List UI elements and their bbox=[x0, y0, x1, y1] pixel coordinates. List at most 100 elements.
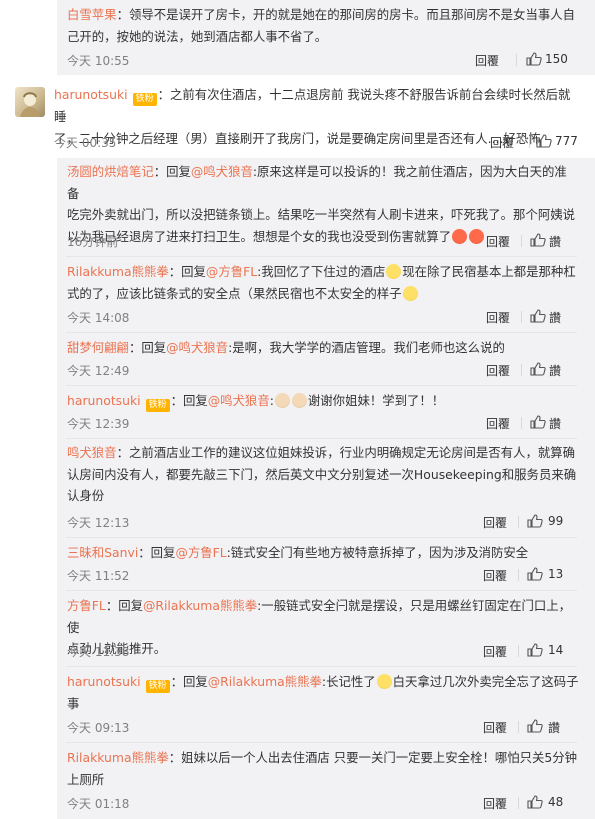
reply-item: 三昧和Sanvi：回复@方鲁FL:链式安全门有些地方被特意拆掉了，因为涉及消防安… bbox=[67, 545, 529, 560]
reply-username[interactable]: 方鲁FL bbox=[67, 598, 106, 613]
reply-username[interactable]: harunotsuki bbox=[67, 393, 141, 408]
action-divider bbox=[521, 417, 522, 429]
reply-item: harunotsuki 铁粉 ：回复@Rilakkuma熊熊拳:长记性了 白天拿过几… bbox=[67, 674, 579, 711]
reply-divider bbox=[66, 385, 577, 386]
like-label: 讚 bbox=[548, 721, 561, 735]
like-count: 777 bbox=[555, 134, 578, 148]
cry-emoji-icon bbox=[376, 674, 392, 689]
like-label: 讚 bbox=[549, 364, 562, 378]
reply-time: 今天 01:18 bbox=[67, 797, 130, 811]
reply-username[interactable]: 汤圆的烘焙笔记 bbox=[67, 164, 154, 179]
laugh-emoji-icon bbox=[402, 285, 418, 301]
fan-badge: 铁粉 bbox=[132, 93, 157, 106]
like-count: 99 bbox=[548, 514, 564, 528]
reply-button[interactable]: 回覆 bbox=[483, 567, 507, 584]
reply-button[interactable]: 回覆 bbox=[483, 514, 507, 531]
action-divider bbox=[521, 235, 522, 247]
reply-item: Rilakkuma熊熊拳：回复@方鲁FL:我回忆了下住过的酒店 现在除了民宿基本上… bbox=[67, 264, 576, 301]
reply-username[interactable]: 甜梦何翩翩 bbox=[67, 340, 129, 355]
mention-link[interactable]: @鸣犬狼音 bbox=[166, 340, 228, 355]
reply-item: harunotsuki 铁粉 ：回复@鸣犬狼音: 谢谢你姐妹！学到了！！ bbox=[67, 393, 445, 412]
angry-emoji-icon bbox=[452, 228, 468, 244]
mention-link[interactable]: @鸣犬狼音 bbox=[191, 164, 253, 179]
fan-badge: 铁粉 bbox=[145, 680, 170, 693]
reply-item: Rilakkuma熊熊拳：姐妹以后一个人出去住酒店 只要一关门一定要上安全栓！哪… bbox=[67, 750, 578, 787]
reply-time: 今天 14:08 bbox=[67, 311, 130, 325]
action-divider bbox=[518, 797, 519, 809]
mention-link[interactable]: @鸣犬狼音 bbox=[208, 393, 270, 408]
like-label: 讚 bbox=[549, 311, 562, 325]
action-divider bbox=[518, 721, 519, 733]
reply-button[interactable]: 回覆 bbox=[483, 719, 507, 736]
comment-text: 领导不是误开了房卡，开的就是她在的那间房的房卡。而且那间房不是女当事人自 bbox=[128, 7, 576, 22]
comment-text: 己开的，按她的说法，她到酒店都人事不省了。 bbox=[67, 28, 328, 44]
thumbs-up-icon[interactable] bbox=[530, 415, 546, 429]
fan-badge: 铁粉 bbox=[145, 399, 170, 412]
dog-emoji-icon bbox=[274, 393, 290, 408]
action-divider bbox=[518, 645, 519, 657]
reply-button[interactable]: 回覆 bbox=[486, 362, 510, 379]
mention-link[interactable]: @方鲁FL bbox=[206, 264, 257, 279]
reply-button[interactable]: 回覆 bbox=[486, 309, 510, 326]
reply-username[interactable]: Rilakkuma熊熊拳 bbox=[67, 264, 169, 279]
reply-button[interactable]: 回覆 bbox=[483, 643, 507, 660]
angry-emoji-icon bbox=[469, 228, 485, 244]
like-count: 14 bbox=[548, 643, 564, 657]
thumbs-up-icon[interactable] bbox=[536, 134, 552, 148]
reply-button[interactable]: 回覆 bbox=[483, 795, 507, 812]
comment-text: 之前有次住酒店，十二点退房前 我说头疼不舒服告诉前台会续时长然后就睡 bbox=[54, 87, 571, 124]
reply-time: 16分钟前 bbox=[67, 235, 119, 249]
comment-time: 今天 00:35 bbox=[54, 136, 117, 150]
smile-emoji-icon bbox=[386, 264, 402, 279]
reply-username[interactable]: Rilakkuma熊熊拳 bbox=[67, 750, 169, 765]
thumbs-up-icon[interactable] bbox=[526, 52, 542, 66]
action-divider bbox=[516, 54, 517, 66]
like-label: 讚 bbox=[549, 417, 562, 431]
reply-button[interactable]: 回覆 bbox=[486, 233, 510, 250]
reply-username[interactable]: harunotsuki bbox=[67, 674, 141, 689]
thumbs-up-icon[interactable] bbox=[530, 233, 546, 247]
action-divider bbox=[521, 311, 522, 323]
thumbs-up-icon[interactable] bbox=[527, 719, 543, 733]
reply-divider bbox=[66, 332, 577, 333]
reply-time: 今天 12:13 bbox=[67, 516, 130, 530]
thumbs-up-icon[interactable] bbox=[527, 514, 543, 528]
mention-link[interactable]: @Rilakkuma熊熊拳 bbox=[208, 674, 322, 689]
reply-divider bbox=[66, 666, 577, 667]
comment-username[interactable]: 白雪苹果 bbox=[67, 7, 117, 22]
action-divider bbox=[518, 516, 519, 528]
thumbs-up-icon[interactable] bbox=[530, 309, 546, 323]
reply-username[interactable]: 三昧和Sanvi bbox=[67, 545, 138, 560]
reply-divider bbox=[66, 537, 577, 538]
thumbs-up-icon[interactable] bbox=[527, 795, 543, 809]
reply-time: 今天 11:38 bbox=[67, 645, 130, 659]
dog-emoji-icon bbox=[291, 393, 307, 408]
like-count: 13 bbox=[548, 567, 564, 581]
reply-divider bbox=[66, 590, 577, 591]
thumbs-up-icon[interactable] bbox=[527, 567, 543, 581]
reply-divider bbox=[66, 742, 577, 743]
mention-link[interactable]: @Rilakkuma熊熊拳 bbox=[143, 598, 257, 613]
comment-page: 白雪苹果：领导不是误开了房卡，开的就是她在的那间房的房卡。而且那间房不是女当事人… bbox=[0, 0, 595, 819]
comment-time: 今天 10:55 bbox=[67, 54, 130, 68]
reply-button[interactable]: 回覆 bbox=[490, 134, 514, 151]
comment-username[interactable]: harunotsuki bbox=[54, 87, 128, 102]
reply-divider bbox=[66, 256, 577, 257]
thumbs-up-icon[interactable] bbox=[530, 362, 546, 376]
reply-time: 今天 12:49 bbox=[67, 364, 130, 378]
reply-button[interactable]: 回覆 bbox=[475, 52, 499, 69]
reply-item: 甜梦何翩翩：回复@鸣犬狼音:是啊，我大学学的酒店管理。我们老师也这么说的 bbox=[67, 340, 505, 355]
reply-time: 今天 12:39 bbox=[67, 417, 130, 431]
action-divider bbox=[529, 136, 530, 148]
reply-button[interactable]: 回覆 bbox=[486, 415, 510, 432]
like-count: 150 bbox=[545, 52, 568, 66]
action-divider bbox=[521, 364, 522, 376]
mention-link[interactable]: @方鲁FL bbox=[175, 545, 226, 560]
reply-time: 今天 09:13 bbox=[67, 721, 130, 735]
reply-time: 今天 11:52 bbox=[67, 569, 130, 583]
comment-item: 白雪苹果：领导不是误开了房卡，开的就是她在的那间房的房卡。而且那间房不是女当事人… bbox=[67, 7, 576, 44]
like-label: 讚 bbox=[549, 235, 562, 249]
user-avatar[interactable] bbox=[15, 87, 45, 117]
reply-username[interactable]: 鸣犬狼音 bbox=[67, 445, 117, 460]
thumbs-up-icon[interactable] bbox=[527, 643, 543, 657]
